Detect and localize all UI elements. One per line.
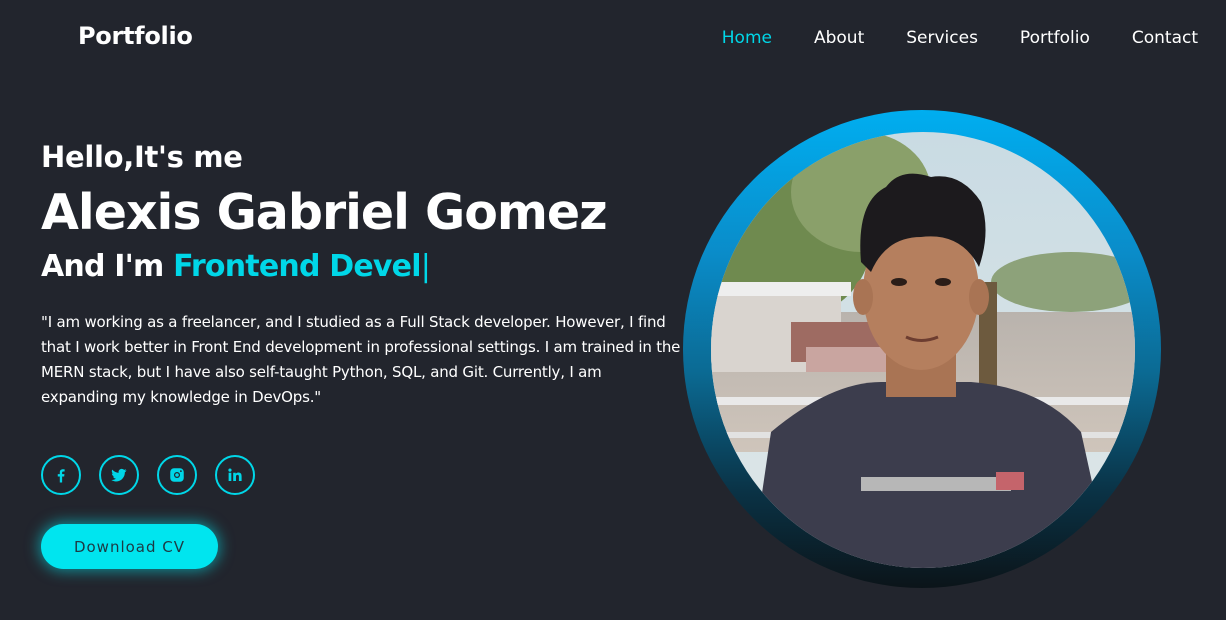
portfolio-page: Portfolio Home About Services Portfolio … [0, 0, 1226, 620]
nav-about[interactable]: About [814, 28, 864, 48]
instagram-icon [170, 468, 184, 482]
hero-description: "I am working as a freelancer, and I stu… [41, 312, 681, 406]
facebook-icon [57, 469, 65, 483]
hero-section: Hello,It's me Alexis Gabriel Gomez And I… [41, 140, 691, 410]
main-nav: Home About Services Portfolio Contact [722, 28, 1198, 48]
download-cv-button[interactable]: Download CV [41, 524, 218, 569]
role-prefix: And I'm [41, 248, 174, 284]
social-links [41, 455, 255, 495]
site-header: Portfolio Home About Services Portfolio … [0, 0, 1226, 78]
site-logo[interactable]: Portfolio [78, 22, 193, 50]
profile-photo-illustration [711, 132, 1135, 568]
facebook-link[interactable] [41, 455, 81, 495]
hero-greeting: Hello,It's me [41, 140, 243, 174]
twitter-link[interactable] [99, 455, 139, 495]
nav-home[interactable]: Home [722, 28, 772, 48]
linkedin-icon [228, 468, 242, 481]
instagram-link[interactable] [157, 455, 197, 495]
role-typed-text: Frontend Devel [173, 248, 421, 284]
linkedin-link[interactable] [215, 455, 255, 495]
twitter-icon [111, 468, 127, 482]
typing-caret: | [420, 248, 431, 284]
nav-services[interactable]: Services [906, 28, 978, 48]
profile-photo [711, 132, 1135, 568]
hero-role: And I'm Frontend Devel| [41, 249, 691, 284]
nav-contact[interactable]: Contact [1132, 28, 1198, 48]
hero-name: Alexis Gabriel Gomez [41, 184, 608, 241]
nav-portfolio[interactable]: Portfolio [1020, 28, 1090, 48]
